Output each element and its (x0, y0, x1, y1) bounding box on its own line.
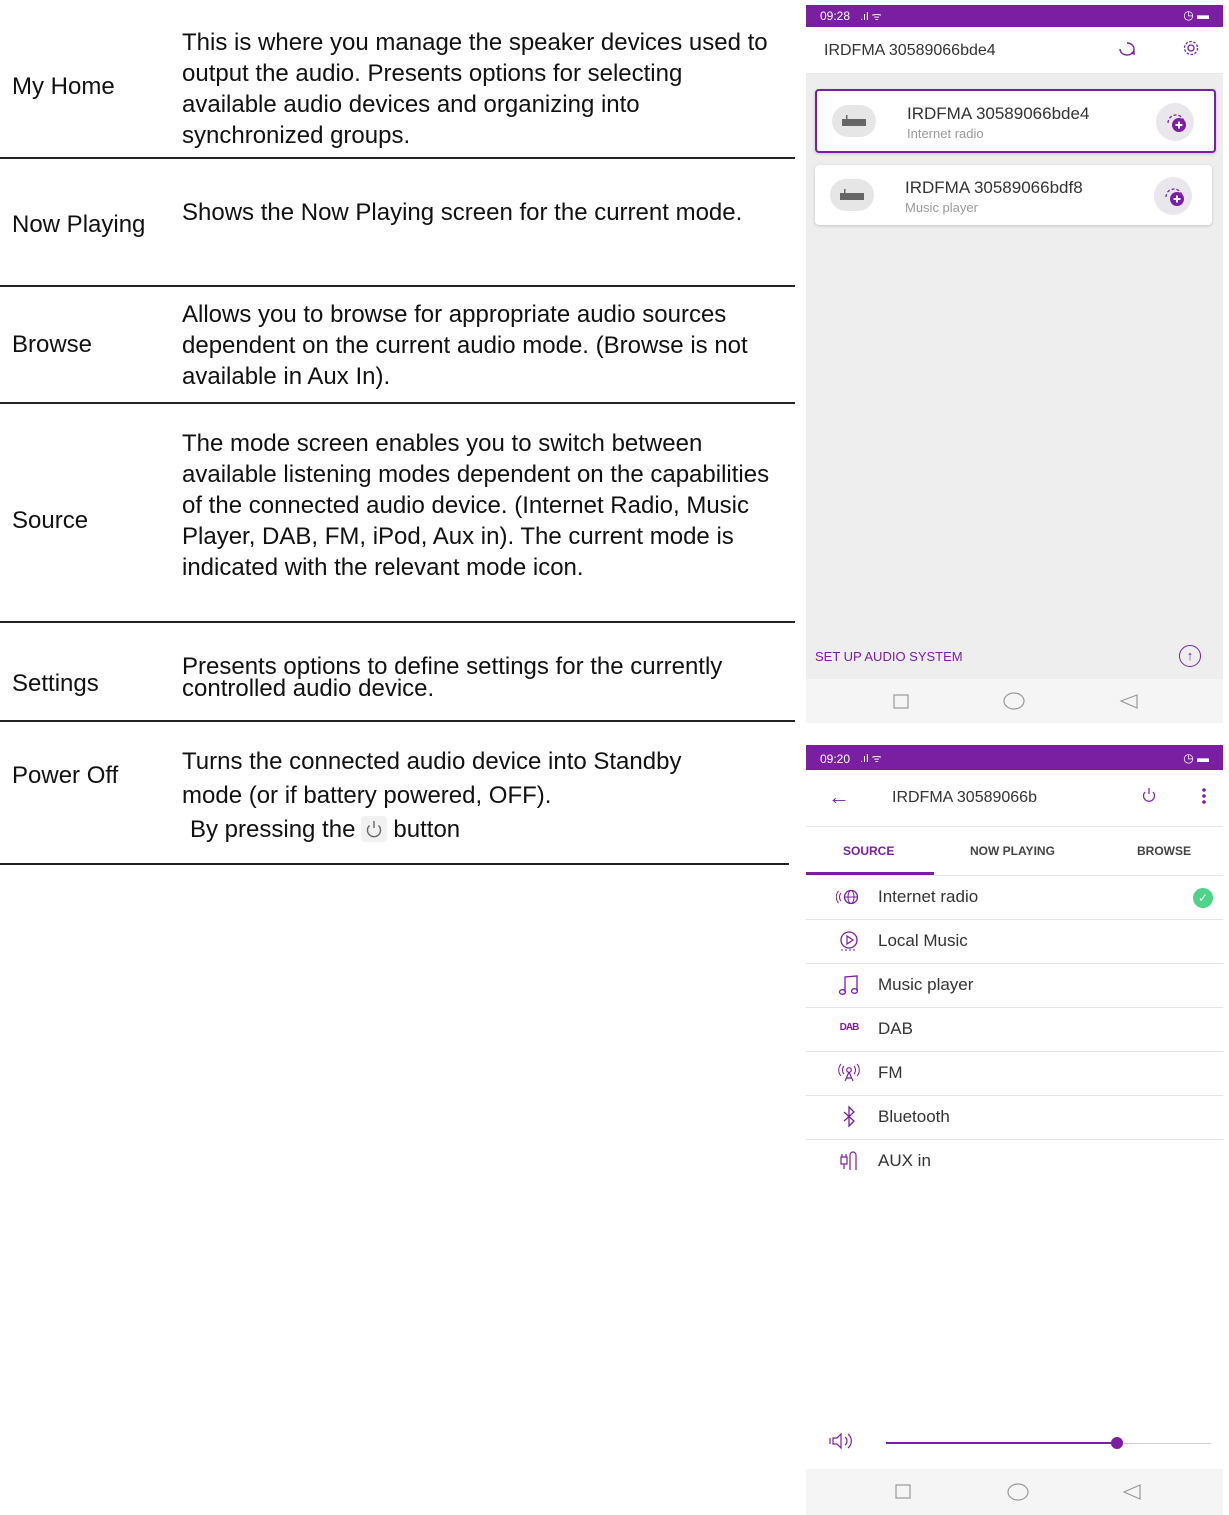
home-nav-icon[interactable] (1003, 692, 1025, 710)
volume-slider-handle[interactable] (1111, 1437, 1123, 1449)
row-desc-my-home: This is where you manage the speaker dev… (182, 29, 768, 149)
volume-icon (828, 1431, 856, 1456)
row-divider (0, 285, 795, 287)
speaker-device-icon (832, 105, 876, 137)
row-desc-browse: Allows you to browse for appropriate aud… (182, 301, 748, 390)
phone-source-screen: 09:20 .ıl ᯤ ◷ ▬ ← IRDFMA 30589066b SOURC… (806, 745, 1223, 1515)
power-icon[interactable] (1141, 786, 1157, 809)
source-item-local-music[interactable]: Local Music (806, 919, 1223, 964)
power-icon (361, 815, 388, 842)
more-vert-icon[interactable] (1200, 787, 1208, 810)
source-item-fm[interactable]: FM (806, 1051, 1223, 1096)
row-name-source: Source (12, 507, 89, 534)
android-nav-bar (806, 1469, 1223, 1515)
recents-nav-icon[interactable] (895, 1484, 911, 1499)
back-nav-icon[interactable] (1119, 694, 1138, 709)
recents-nav-icon[interactable] (893, 694, 909, 709)
row-divider (0, 720, 795, 722)
signal-wifi-icon: .ıl ᯤ (860, 11, 882, 23)
row-name-now-playing: Now Playing (12, 211, 146, 238)
tab-now-playing[interactable]: NOW PLAYING (970, 844, 1055, 858)
app-bar: IRDFMA 30589066bde4 (806, 27, 1223, 74)
phone-my-home-screen: 09:28 .ıl ᯤ ◷ ▬ IRDFMA 30589066bde4 IRDF… (806, 5, 1223, 723)
home-nav-icon[interactable] (1007, 1483, 1029, 1501)
device-name: IRDFMA 30589066bdf8 (905, 178, 1083, 197)
bluetooth-icon (836, 1105, 862, 1129)
signal-wifi-icon: .ıl ᯤ (860, 753, 882, 765)
android-nav-bar (806, 679, 1223, 723)
status-bar: 09:20 .ıl ᯤ ◷ ▬ (806, 745, 1223, 770)
row-desc-now-playing: Shows the Now Playing screen for the cur… (182, 199, 743, 226)
source-label: Music player (878, 975, 974, 994)
source-label: Bluetooth (878, 1107, 950, 1126)
status-time: 09:20 (820, 752, 851, 766)
back-nav-icon[interactable] (1122, 1484, 1141, 1500)
power-text-pre: By pressing the (190, 816, 356, 843)
refresh-icon[interactable] (1116, 39, 1138, 64)
volume-fill (886, 1442, 1117, 1444)
row-desc-power-off-line2: mode (or if battery powered, OFF). (182, 782, 552, 809)
source-item-dab[interactable]: DAB DAB (806, 1007, 1223, 1052)
status-time: 09:28 (820, 9, 851, 23)
local-music-icon (836, 929, 862, 953)
row-desc-power-off-line1: Turns the connected audio device into St… (182, 748, 682, 775)
source-item-music-player[interactable]: Music player (806, 963, 1223, 1008)
add-to-group-icon[interactable] (1156, 103, 1194, 141)
music-note-icon (836, 973, 862, 997)
check-icon: ✓ (1193, 888, 1213, 908)
source-label: Internet radio (878, 887, 979, 906)
back-arrow-icon[interactable]: ← (828, 784, 850, 810)
tab-bar: SOURCE NOW PLAYING BROWSE (806, 827, 1223, 876)
device-mode: Music player (905, 200, 978, 215)
page-title: IRDFMA 30589066bde4 (824, 42, 996, 59)
fm-antenna-icon (836, 1061, 862, 1085)
row-divider (0, 402, 795, 404)
row-name-browse: Browse (12, 331, 93, 358)
row-divider (0, 621, 795, 623)
tab-source[interactable]: SOURCE (843, 844, 894, 858)
device-card[interactable]: IRDFMA 30589066bde4 Internet radio (815, 89, 1216, 153)
upload-arrow-icon[interactable]: ↑ (1179, 645, 1201, 667)
battery-icon: ◷ ▬ (1183, 751, 1209, 765)
source-label: AUX in (878, 1151, 931, 1170)
source-label: FM (878, 1063, 903, 1082)
device-name: IRDFMA 30589066bde4 (907, 104, 1090, 123)
row-divider (0, 157, 795, 159)
app-bar: ← IRDFMA 30589066b (806, 770, 1223, 827)
device-card[interactable]: IRDFMA 30589066bdf8 Music player (815, 165, 1212, 225)
aux-cable-icon (836, 1149, 862, 1173)
row-desc-settings: Presents options to define settings for … (182, 653, 723, 702)
tab-browse[interactable]: BROWSE (1137, 844, 1191, 858)
page-title: IRDFMA 30589066b (892, 789, 1037, 806)
row-desc-power-off-line3: By pressing the button (182, 813, 782, 847)
row-name-power-off: Power Off (12, 762, 119, 789)
row-name-settings: Settings (12, 670, 99, 697)
source-item-bluetooth[interactable]: Bluetooth (806, 1095, 1223, 1140)
speaker-device-icon (830, 179, 874, 211)
add-to-group-icon[interactable] (1154, 177, 1192, 215)
row-name-my-home: My Home (12, 73, 115, 100)
row-desc-source: The mode screen enables you to switch be… (182, 430, 770, 581)
gear-icon[interactable] (1182, 39, 1200, 62)
globe-radio-icon (835, 885, 862, 909)
status-bar: 09:28 .ıl ᯤ ◷ ▬ (806, 5, 1223, 27)
row-divider (0, 863, 789, 865)
source-item-aux-in[interactable]: AUX in (806, 1139, 1223, 1183)
battery-icon: ◷ ▬ (1183, 8, 1209, 22)
source-label: Local Music (878, 931, 968, 950)
power-text-post: button (393, 816, 461, 843)
source-item-internet-radio[interactable]: Internet radio ✓ (806, 875, 1223, 920)
source-label: DAB (878, 1019, 913, 1038)
device-mode: Internet radio (907, 126, 984, 141)
row-desc-power-off: Turns the connected audio device into St… (182, 745, 782, 847)
setup-audio-system-link[interactable]: SET UP AUDIO SYSTEM (815, 649, 963, 664)
dab-icon: DAB (839, 1022, 860, 1033)
